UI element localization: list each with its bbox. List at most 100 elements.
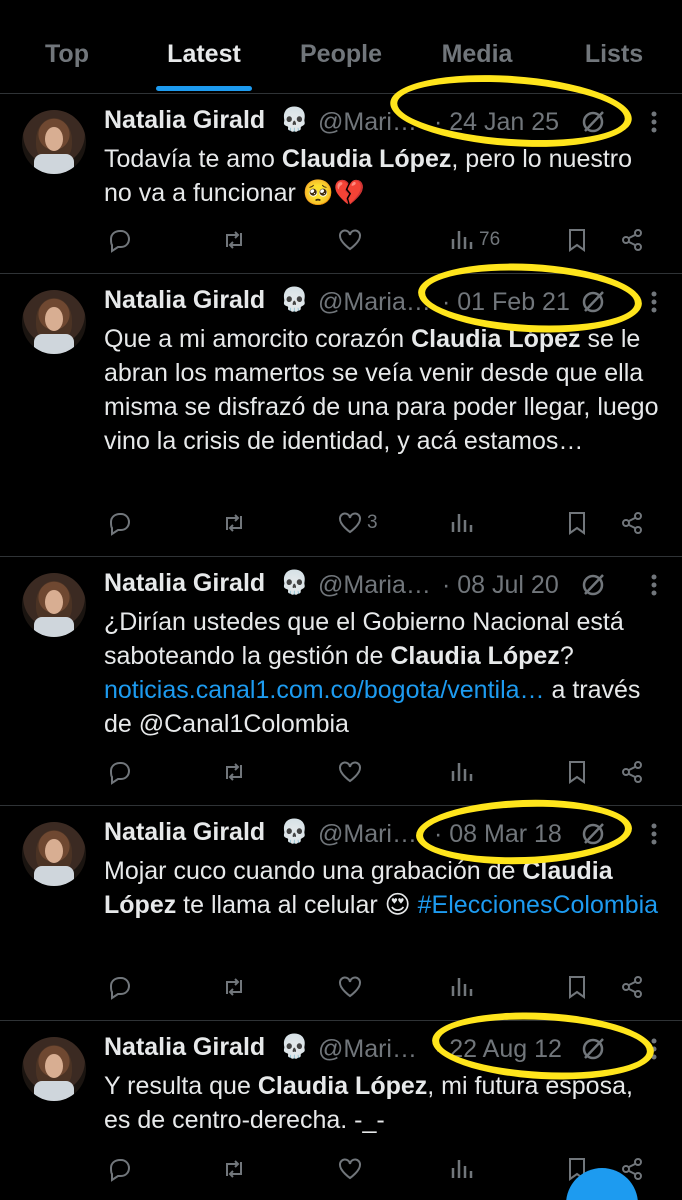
- reply-button[interactable]: [107, 222, 137, 258]
- tweet-actions: [0, 754, 682, 790]
- more-icon[interactable]: [650, 290, 658, 314]
- tweet[interactable]: Natalia Girald 💀 @Maria… · 08 Jul 20 ¿Di…: [0, 557, 682, 806]
- grok-icon[interactable]: [580, 821, 606, 847]
- heart-icon: [339, 976, 361, 998]
- highlighted-term: Claudia López: [257, 1072, 428, 1100]
- reply-icon: [109, 977, 131, 1000]
- tweet-header: Natalia Girald 💀 @Mari… · 22 Aug 12: [104, 1031, 660, 1071]
- reply-button[interactable]: [107, 969, 137, 1005]
- like-button[interactable]: [337, 222, 367, 258]
- share-icon: [622, 761, 642, 783]
- retweet-button[interactable]: [221, 754, 251, 790]
- author-name[interactable]: Natalia Girald: [104, 286, 265, 315]
- reply-button[interactable]: [107, 1151, 137, 1187]
- grok-icon[interactable]: [580, 109, 606, 135]
- share-button[interactable]: [619, 969, 645, 1005]
- retweet-icon: [226, 514, 242, 532]
- heart-icon: [339, 1158, 361, 1180]
- grok-icon[interactable]: [580, 289, 606, 315]
- tweet-actions: [0, 969, 682, 1005]
- tab-people[interactable]: People: [300, 40, 382, 69]
- views-icon: [451, 231, 473, 249]
- author-name[interactable]: Natalia Girald: [104, 106, 265, 135]
- views-button[interactable]: [449, 1151, 479, 1187]
- author-name[interactable]: Natalia Girald: [104, 818, 265, 847]
- author-handle[interactable]: @Maria…: [318, 571, 431, 600]
- tweet-date[interactable]: · 01 Feb 21: [442, 288, 570, 317]
- reply-icon: [109, 1159, 131, 1182]
- retweet-button[interactable]: [221, 505, 251, 541]
- more-icon[interactable]: [650, 1037, 658, 1061]
- tweet-text-run: Y resulta que: [104, 1072, 258, 1100]
- share-button[interactable]: [619, 754, 645, 790]
- more-icon[interactable]: [650, 110, 658, 134]
- bookmark-button[interactable]: [564, 222, 590, 258]
- bookmark-button[interactable]: [564, 505, 590, 541]
- views-button[interactable]: [449, 754, 479, 790]
- avatar[interactable]: [22, 110, 86, 174]
- author-handle[interactable]: @Mari…: [318, 108, 417, 137]
- retweet-button[interactable]: [221, 969, 251, 1005]
- tweet-header: Natalia Girald 💀 @Maria… · 08 Jul 20: [104, 567, 660, 607]
- avatar[interactable]: [22, 290, 86, 354]
- tweet-header: Natalia Girald 💀 @Mari… · 24 Jan 25: [104, 104, 660, 144]
- bookmark-icon: [569, 229, 585, 252]
- share-icon: [622, 976, 642, 998]
- tweet-text: Que a mi amorcito corazón Claudia López …: [104, 322, 664, 458]
- author-name[interactable]: Natalia Girald: [104, 569, 265, 598]
- reply-button[interactable]: [107, 754, 137, 790]
- more-icon[interactable]: [650, 573, 658, 597]
- like-button[interactable]: [337, 754, 367, 790]
- bookmark-icon: [569, 976, 585, 999]
- tweet[interactable]: Natalia Girald 💀 @Mari… · 08 Mar 18 Moja…: [0, 806, 682, 1021]
- tweet[interactable]: Natalia Girald 💀 @Maria… · 01 Feb 21 Que…: [0, 274, 682, 557]
- tweet-link[interactable]: noticias.canal1.com.co/bogota/ventila…: [104, 676, 545, 704]
- tab-lists[interactable]: Lists: [585, 40, 643, 69]
- grok-icon[interactable]: [580, 1036, 606, 1062]
- share-button[interactable]: [619, 505, 645, 541]
- bookmark-button[interactable]: [564, 969, 590, 1005]
- tweet-date[interactable]: · 08 Mar 18: [434, 820, 562, 849]
- reply-button[interactable]: [107, 505, 137, 541]
- tab-latest[interactable]: Latest: [167, 40, 241, 69]
- like-button[interactable]: 3: [337, 505, 378, 541]
- more-icon[interactable]: [650, 822, 658, 846]
- tweet-header: Natalia Girald 💀 @Mari… · 08 Mar 18: [104, 816, 660, 856]
- tweet-link[interactable]: #EleccionesColombia: [418, 891, 658, 919]
- share-icon: [622, 512, 642, 534]
- grok-icon[interactable]: [580, 572, 606, 598]
- retweet-button[interactable]: [221, 1151, 251, 1187]
- bookmark-icon: [569, 512, 585, 535]
- bookmark-button[interactable]: [564, 754, 590, 790]
- author-handle[interactable]: @Mari…: [318, 1035, 417, 1064]
- tweet-date[interactable]: · 22 Aug 12: [434, 1035, 562, 1064]
- avatar[interactable]: [22, 573, 86, 637]
- author-handle[interactable]: @Mari…: [318, 820, 417, 849]
- retweet-icon: [226, 763, 242, 781]
- tweet-date[interactable]: · 24 Jan 25: [434, 108, 559, 137]
- avatar[interactable]: [22, 822, 86, 886]
- retweet-icon: [226, 1160, 242, 1178]
- active-tab-indicator: [156, 86, 252, 91]
- share-icon: [622, 229, 642, 251]
- tweet[interactable]: Natalia Girald 💀 @Mari… · 22 Aug 12 Y re…: [0, 1021, 682, 1200]
- views-icon: [451, 514, 473, 532]
- like-button[interactable]: [337, 969, 367, 1005]
- avatar[interactable]: [22, 1037, 86, 1101]
- share-button[interactable]: [619, 222, 645, 258]
- author-handle[interactable]: @Maria…: [318, 288, 431, 317]
- views-button[interactable]: 76: [449, 222, 500, 258]
- retweet-button[interactable]: [221, 222, 251, 258]
- tweet[interactable]: Natalia Girald 💀 @Mari… · 24 Jan 25 Toda…: [0, 94, 682, 274]
- views-icon: [451, 978, 473, 996]
- tab-top[interactable]: Top: [45, 40, 89, 69]
- views-button[interactable]: [449, 505, 479, 541]
- tweet-text-run: Todavía te amo: [104, 145, 282, 173]
- tab-media[interactable]: Media: [442, 40, 513, 69]
- tweet-header: Natalia Girald 💀 @Maria… · 01 Feb 21: [104, 284, 660, 324]
- heart-icon: [339, 229, 361, 251]
- tweet-date[interactable]: · 08 Jul 20: [442, 571, 559, 600]
- views-button[interactable]: [449, 969, 479, 1005]
- like-button[interactable]: [337, 1151, 367, 1187]
- author-name[interactable]: Natalia Girald: [104, 1033, 265, 1062]
